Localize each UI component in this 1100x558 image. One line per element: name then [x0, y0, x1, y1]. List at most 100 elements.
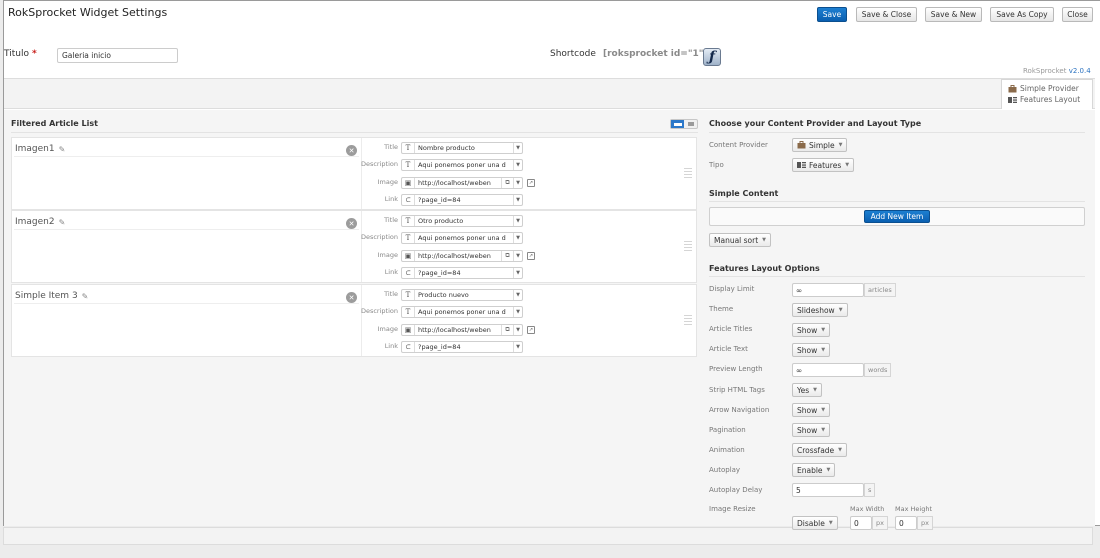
version-info: RokSprocket v2.0.4: [1023, 67, 1091, 75]
text-type-icon[interactable]: T: [402, 160, 415, 170]
image-field[interactable]: ▣ http://localhost/weben ⧉ ▼: [401, 177, 523, 189]
drag-handle-icon[interactable]: [684, 168, 692, 180]
link-field[interactable]: ⊂ ?page_id=84 ▼: [401, 267, 523, 279]
strip-html-label: Strip HTML Tags: [709, 386, 765, 394]
display-limit-input[interactable]: ∞: [792, 283, 864, 297]
pencil-icon[interactable]: ✎: [59, 218, 66, 227]
save-as-copy-button[interactable]: Save As Copy: [990, 7, 1054, 22]
link-type-icon[interactable]: ⊂: [402, 195, 415, 205]
strip-html-dropdown[interactable]: Yes ▼: [792, 383, 822, 397]
chevron-down-icon: ▼: [821, 407, 826, 413]
link-field[interactable]: ⊂ ?page_id=84 ▼: [401, 194, 523, 206]
chevron-down-icon[interactable]: ▼: [513, 307, 522, 317]
features-layout-icon: [1008, 96, 1017, 103]
animation-dropdown[interactable]: Crossfade ▼: [792, 443, 848, 457]
save-new-button[interactable]: Save & New: [925, 7, 982, 22]
divider: [11, 132, 698, 133]
image-picker-icon[interactable]: ⧉: [501, 325, 513, 335]
text-type-icon[interactable]: T: [402, 216, 415, 226]
image-field[interactable]: ▣ http://localhost/weben ⧉ ▼: [401, 250, 523, 262]
article-titles-dropdown[interactable]: Show ▼: [792, 323, 831, 337]
chevron-down-icon[interactable]: ▼: [513, 195, 522, 205]
edit-link-icon[interactable]: ↗: [527, 252, 535, 260]
item-name[interactable]: Simple Item 3 ✎: [15, 291, 88, 301]
max-height-unit: px: [917, 516, 933, 530]
article-item: Imagen2 ✎ ✕ Title T Otro producto ▼ Descr…: [11, 210, 697, 283]
chevron-down-icon[interactable]: ▼: [513, 290, 522, 300]
item-name[interactable]: Imagen1 ✎: [15, 144, 65, 154]
tipo-dropdown[interactable]: Features ▼: [792, 158, 855, 172]
drag-handle-icon[interactable]: [684, 315, 692, 327]
max-height-input[interactable]: 0: [895, 516, 917, 530]
list-view-icon[interactable]: [671, 120, 684, 128]
grid-view-icon[interactable]: [684, 120, 697, 128]
max-width-input[interactable]: 0: [850, 516, 872, 530]
image-type-icon[interactable]: ▣: [402, 251, 415, 261]
arrow-navigation-dropdown[interactable]: Show ▼: [792, 403, 831, 417]
pencil-icon[interactable]: ✎: [59, 145, 66, 154]
edit-link-icon[interactable]: ↗: [527, 326, 535, 334]
titulo-input[interactable]: Galeria inicio: [57, 48, 178, 63]
field-label-image: Image: [377, 325, 398, 333]
title-field[interactable]: T Producto nuevo ▼: [401, 289, 523, 301]
chevron-down-icon[interactable]: ▼: [513, 251, 522, 261]
pencil-icon[interactable]: ✎: [82, 292, 89, 301]
link-type-icon[interactable]: ⊂: [402, 342, 415, 352]
link-field[interactable]: ⊂ ?page_id=84 ▼: [401, 341, 523, 353]
save-button[interactable]: Save: [817, 7, 847, 22]
edit-link-icon[interactable]: ↗: [527, 179, 535, 187]
drag-handle-icon[interactable]: [684, 241, 692, 253]
layout-options-title: Features Layout Options: [709, 264, 820, 273]
image-field[interactable]: ▣ http://localhost/weben ⧉ ▼: [401, 324, 523, 336]
flash-icon[interactable]: ƒ: [703, 48, 721, 66]
tab-bar: [4, 78, 1095, 109]
preview-length-input[interactable]: ∞: [792, 363, 864, 377]
chevron-down-icon[interactable]: ▼: [513, 216, 522, 226]
chevron-down-icon[interactable]: ▼: [513, 325, 522, 335]
text-type-icon[interactable]: T: [402, 143, 415, 153]
chevron-down-icon[interactable]: ▼: [513, 143, 522, 153]
sort-dropdown[interactable]: Manual sort ▼: [709, 233, 772, 247]
add-new-item-button[interactable]: Add New Item: [864, 210, 930, 223]
close-button[interactable]: Close: [1062, 7, 1093, 22]
description-field[interactable]: T Aqui ponemos poner una d ▼: [401, 306, 523, 318]
autoplay-delay-input[interactable]: 5: [792, 483, 864, 497]
image-picker-icon[interactable]: ⧉: [501, 178, 513, 188]
text-type-icon[interactable]: T: [402, 233, 415, 243]
image-type-icon[interactable]: ▣: [402, 178, 415, 188]
item-name[interactable]: Imagen2 ✎: [15, 217, 65, 227]
chevron-down-icon[interactable]: ▼: [513, 178, 522, 188]
theme-label: Theme: [709, 305, 734, 313]
article-text-dropdown[interactable]: Show ▼: [792, 343, 831, 357]
chevron-down-icon[interactable]: ▼: [513, 233, 522, 243]
chevron-down-icon[interactable]: ▼: [513, 268, 522, 278]
autoplay-dropdown[interactable]: Enable ▼: [792, 463, 836, 477]
chevron-down-icon: ▼: [838, 447, 843, 453]
content-provider-dropdown[interactable]: Simple ▼: [792, 138, 848, 152]
article-titles-label: Article Titles: [709, 325, 753, 333]
remove-item-icon[interactable]: ✕: [346, 218, 357, 229]
title-field[interactable]: T Nombre producto ▼: [401, 142, 523, 154]
chevron-down-icon: ▼: [821, 347, 826, 353]
image-resize-dropdown[interactable]: Disable ▼: [792, 516, 838, 530]
view-toggle[interactable]: [670, 119, 698, 129]
pagination-dropdown[interactable]: Show ▼: [792, 423, 831, 437]
image-type-icon[interactable]: ▣: [402, 325, 415, 335]
chevron-down-icon: ▼: [821, 327, 826, 333]
text-type-icon[interactable]: T: [402, 307, 415, 317]
field-label-title: Title: [384, 143, 398, 151]
description-field[interactable]: T Aqui ponemos poner una d ▼: [401, 159, 523, 171]
save-close-button[interactable]: Save & Close: [856, 7, 917, 22]
chevron-down-icon[interactable]: ▼: [513, 160, 522, 170]
version-link[interactable]: v2.0.4: [1069, 67, 1091, 75]
remove-item-icon[interactable]: ✕: [346, 145, 357, 156]
chevron-down-icon[interactable]: ▼: [513, 342, 522, 352]
image-picker-icon[interactable]: ⧉: [501, 251, 513, 261]
link-type-icon[interactable]: ⊂: [402, 268, 415, 278]
text-type-icon[interactable]: T: [402, 290, 415, 300]
theme-dropdown[interactable]: Slideshow ▼: [792, 303, 848, 317]
remove-item-icon[interactable]: ✕: [346, 292, 357, 303]
field-label-link: Link: [384, 342, 398, 350]
title-field[interactable]: T Otro producto ▼: [401, 215, 523, 227]
description-field[interactable]: T Aqui ponemos poner una d ▼: [401, 232, 523, 244]
